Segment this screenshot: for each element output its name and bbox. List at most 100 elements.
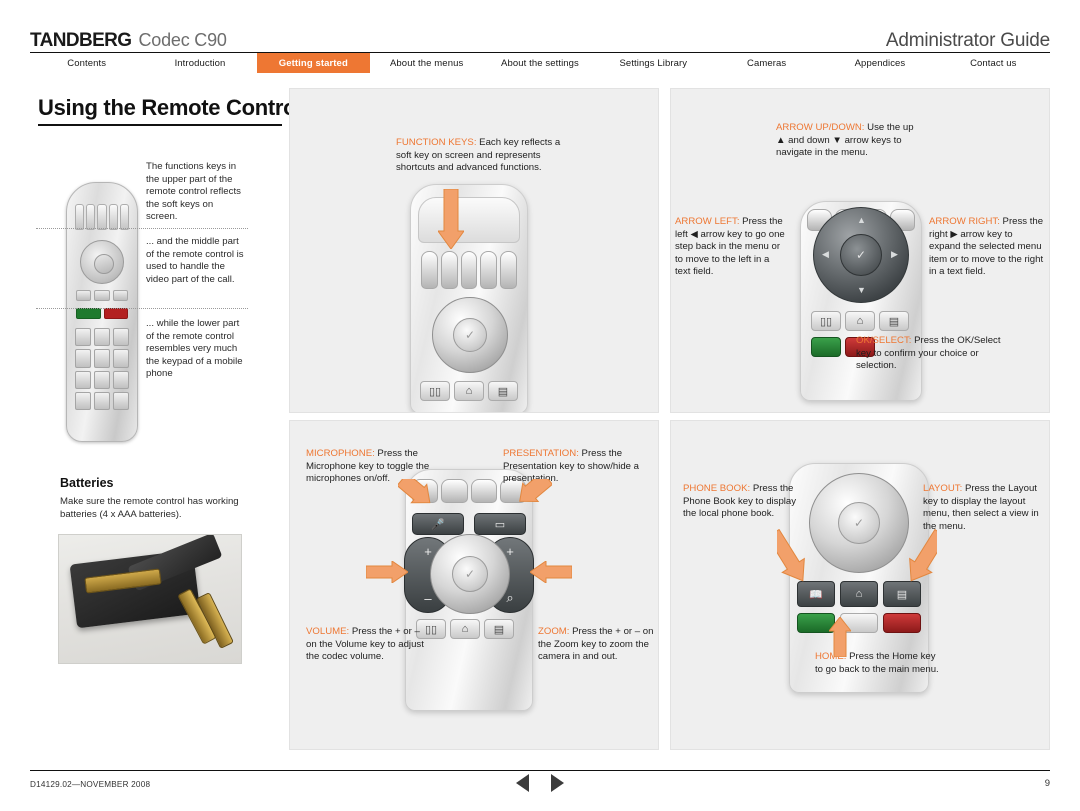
previous-page-button[interactable] [516,774,529,792]
brand-block: TANDBERG Codec C90 [30,30,227,52]
arrow-to-function-keys [438,189,464,249]
arrow-down-icon[interactable]: ▼ [857,285,866,295]
zoom-plus-icon: + [506,544,514,559]
shortcut-ok-key[interactable]: ✓ [838,502,880,544]
volume-plus-icon: + [424,544,432,559]
next-page-button[interactable] [551,774,564,792]
divider-upper [36,228,248,229]
nav-bottom-row: ▯▯ ⌂ ▤ [811,311,909,331]
media-ok-key[interactable]: ✓ [452,556,488,592]
remote-soft-row [76,290,128,302]
title-underline [38,124,282,126]
remote-nav-ring [80,240,124,284]
caption-microphone-label: MICROPHONE: [306,448,375,459]
batteries-text: Make sure the remote control has working… [60,496,239,520]
footer-page-number: 9 [1044,778,1050,789]
remote-keypad [75,328,129,410]
batteries-photo [58,534,242,664]
nav-item-getting-started[interactable]: Getting started [256,53,370,73]
remote-function-keys [75,200,130,230]
caption-ok-select-label: OK/SELECT: [856,335,912,346]
caption-arrow-left: ARROW LEFT: Press the left ◀ arrow key t… [675,216,785,279]
function-key-5[interactable] [500,251,517,289]
caption-presentation-label: PRESENTATION: [503,448,579,459]
arrow-to-volume [366,561,408,583]
function-key-4[interactable] [480,251,498,289]
caption-layout: LAYOUT: Press the Layout key to display … [923,483,1045,533]
media-top-key-3[interactable] [470,479,497,503]
caption-function-keys: FUNCTION KEYS: Each key reflects a soft … [396,137,576,175]
sidenote-upper: The functions keys in the upper part of … [146,161,241,223]
nav-item-settings-library[interactable]: Settings Library [596,53,710,73]
caption-volume-label: VOLUME: [306,626,350,637]
home-key[interactable]: ⌂ [454,381,484,401]
nav-home-key[interactable]: ⌂ [845,311,875,331]
ok-select-key[interactable]: ✓ [840,234,882,276]
caption-layout-label: LAYOUT: [923,483,963,494]
caption-arrow-right-label: ARROW RIGHT: [929,216,1000,227]
function-key-2[interactable] [440,251,458,289]
arrow-left-icon[interactable]: ◀ [822,249,829,260]
nav-layout-key[interactable]: ▤ [879,311,909,331]
panel-function-keys: ✓ ▯▯ ⌂ ▤ FUNCTION KEYS: Each key reflect… [289,88,659,413]
divider-lower [36,308,248,309]
arrow-to-microphone [398,479,434,525]
product-name: Codec C90 [138,30,227,50]
call-key[interactable] [811,337,841,357]
remote-control-photo [66,182,138,442]
layout-key[interactable]: ▤ [488,381,518,401]
arrow-to-phone-book [777,529,817,585]
arrow-right-icon[interactable]: ▶ [891,249,898,260]
media-layout-key[interactable]: ▤ [484,619,514,639]
caption-phone-book: PHONE BOOK: Press the Phone Book key to … [683,483,803,521]
function-key-row [421,251,517,289]
nav-item-cameras[interactable]: Cameras [709,53,824,73]
remote-call-row [76,308,128,320]
arrow-to-layout [897,529,937,585]
document-header: TANDBERG Codec C90 Administrator Guide [30,26,1050,52]
footer-doc-id: D14129.02—NOVEMBER 2008 [30,780,151,789]
caption-ok-select: OK/SELECT: Press the OK/Select key to co… [856,335,1006,373]
batteries-heading: Batteries [60,476,114,490]
arrow-up-icon[interactable]: ▲ [857,215,866,225]
shortcut-call-row [797,613,921,633]
section-nav: Contents Introduction Getting started Ab… [30,52,1050,73]
nav-item-introduction[interactable]: Introduction [143,53,257,73]
footer-divider [30,770,1050,771]
nav-phone-book-key[interactable]: ▯▯ [811,311,841,331]
phone-book-key[interactable]: ▯▯ [420,381,450,401]
arrow-to-home [829,617,851,657]
home-key-highlight[interactable]: ⌂ [840,581,878,607]
media-bottom-row: ▯▯ ⌂ ▤ [416,619,514,639]
nav-item-about-the-menus[interactable]: About the menus [369,53,484,73]
caption-phone-book-label: PHONE BOOK: [683,483,751,494]
document-page: TANDBERG Codec C90 Administrator Guide C… [0,0,1080,811]
nav-item-contents[interactable]: Contents [30,53,144,73]
function-key-1[interactable] [421,251,438,289]
caption-zoom: ZOOM: Press the + or – on the Zoom key t… [538,626,656,664]
arrow-to-presentation [512,479,552,525]
remote-art-ok-key[interactable]: ✓ [453,318,487,352]
caption-arrow-right: ARROW RIGHT: Press the right ▶ arrow key… [929,216,1045,279]
page-title: Using the Remote Control [38,95,303,120]
caption-zoom-label: ZOOM: [538,626,570,637]
zoom-magnifier-icon: ⌕ [506,590,514,605]
nav-item-appendices[interactable]: Appendices [823,53,937,73]
brand-name: TANDBERG [30,30,132,51]
nav-item-contact-us[interactable]: Contact us [936,53,1050,73]
media-home-key[interactable]: ⌂ [450,619,480,639]
shortcut-end-key[interactable] [883,613,921,633]
panel-navigation-keys: ✓ ▲ ▼ ◀ ▶ ▯▯ ⌂ ▤ ARROW UP/DOWN: Use the … [670,88,1050,413]
panel-media-keys: 🎤 ▭ + – + ⌕ ✓ ▯▯ ⌂ ▤ MICROPHONE: Press the… [289,420,659,750]
function-key-3[interactable] [460,251,478,289]
remote-top-cap [418,197,520,243]
sidenote-lower: ... while the lower part of the remote c… [146,318,243,380]
guide-title: Administrator Guide [885,30,1050,51]
caption-function-keys-label: FUNCTION KEYS: [396,137,477,148]
nav-item-about-the-settings[interactable]: About the settings [483,53,597,73]
caption-volume: VOLUME: Press the + or – on the Volume k… [306,626,424,664]
caption-arrow-left-label: ARROW LEFT: [675,216,740,227]
footer-pager [516,774,564,792]
sidenote-middle: ... and the middle part of the remote co… [146,236,244,285]
volume-minus-icon: – [424,591,432,606]
